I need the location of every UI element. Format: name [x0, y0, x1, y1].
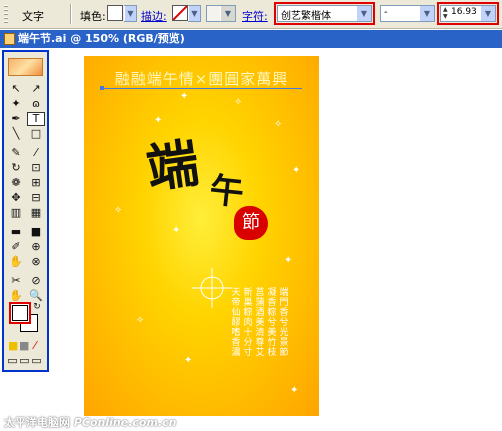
pen-tool-icon[interactable]: ✒: [7, 112, 25, 126]
sparkle-icon: ✦: [184, 355, 193, 366]
mode-label: 文字: [22, 10, 44, 23]
slice-tool-icon[interactable]: ✋: [7, 255, 25, 269]
eyedropper-tool-icon[interactable]: ▬: [7, 225, 25, 239]
poem-column[interactable]: 新巢粽肉十分寸: [242, 288, 254, 358]
hand-tool-icon[interactable]: ✋: [7, 289, 25, 303]
watermark-cn: 太平洋电脑网: [4, 416, 70, 429]
live-paint-selection-tool-icon[interactable]: ⊕: [27, 240, 45, 254]
screen-mode-full-icon[interactable]: ▭: [31, 354, 42, 368]
warp-tool-icon[interactable]: ❁: [7, 176, 25, 190]
sparkle-icon: ✦: [290, 385, 299, 396]
paintbrush-tool-icon[interactable]: ✎: [7, 146, 25, 160]
knife-tool-icon[interactable]: ⊘: [27, 274, 45, 288]
swap-colors-icon[interactable]: ↻: [32, 300, 42, 314]
free-transform-tool-icon[interactable]: ⊞: [27, 176, 45, 190]
rotate-tool-icon[interactable]: ↻: [7, 161, 25, 175]
character-label-link[interactable]: 字符:: [242, 8, 268, 24]
rectangle-tool-icon[interactable]: □: [27, 127, 45, 141]
mesh-tool-icon[interactable]: ▥: [7, 206, 25, 220]
sparkle-icon: ✦: [172, 225, 181, 236]
symbol-sprayer-tool-icon[interactable]: ✥: [7, 191, 25, 205]
sparkle-icon: ✧: [136, 315, 145, 326]
poem-column[interactable]: 凝香粽兮美竹枝: [266, 288, 278, 358]
fill-label: 填色:: [80, 10, 106, 23]
stroke-swatch[interactable]: [172, 5, 188, 21]
size-stepper-icon[interactable]: ▲ ▼: [443, 6, 448, 20]
sparkle-icon: ✦: [284, 255, 293, 266]
sparkle-icon: ✦: [292, 165, 301, 176]
direct-selection-tool-icon[interactable]: ↗: [27, 82, 45, 96]
sparkle-icon: ✧: [114, 205, 123, 216]
eraser-tool-icon[interactable]: ⊗: [27, 255, 45, 269]
sparkle-circle-icon: [192, 268, 232, 308]
text-anchor-point[interactable]: [100, 86, 104, 90]
illustrator-logo: [8, 58, 43, 76]
stroke-label-link[interactable]: 描边:: [141, 8, 167, 24]
selection-tool-icon[interactable]: ↖: [7, 82, 25, 96]
magic-wand-tool-icon[interactable]: ✦: [7, 97, 25, 111]
poem-column[interactable]: 端門香兮光景節: [278, 288, 290, 358]
screen-mode-normal-icon[interactable]: ▭: [7, 354, 18, 368]
sparkle-icon: ✦: [154, 115, 163, 126]
document-title: 端午节.ai @ 150% (RGB/预览): [18, 32, 185, 45]
separator: [70, 4, 72, 24]
pencil-tool-icon[interactable]: ⁄: [27, 146, 45, 160]
sparkle-icon: ✧: [234, 97, 243, 108]
gradient-tool-icon[interactable]: ▦: [27, 206, 45, 220]
document-icon: [4, 33, 15, 45]
type-tool-icon[interactable]: T: [27, 112, 45, 126]
no-stroke-icon: [173, 6, 187, 20]
site-watermark: 太平洋电脑网 PConline.com.cn: [4, 414, 176, 430]
font-size-field[interactable]: ▲ ▼ 16.93 pt ▼: [440, 5, 496, 22]
text-selection-baseline: [102, 88, 302, 89]
color-mode-icon[interactable]: ■: [8, 339, 18, 353]
lasso-tool-icon[interactable]: ɷ: [27, 97, 45, 111]
fill-color-box[interactable]: [12, 305, 28, 321]
poem-column[interactable]: 莒蒲酒美清尊艾: [254, 288, 266, 358]
sparkle-icon: ✦: [180, 91, 189, 102]
tools-panel: ↖ ↗ ✦ ɷ ✒ T ╲ □ ✎ ⁄ ↻ ⊡ ❁ ⊞ ✥ ⊟ ▥ ▦ ▬ ■ ✐ ⊕ ✋ ⊗ ✂ ⊘ ✋ 🔍 ↻ ■ ■ ⁄ ▭ ▭…: [2, 50, 49, 372]
control-bar: 文字 填色: ▼ 描边: ▼ ▼ 字符: 创艺繁楷体 ▼ - ▼ ▲ ▼ 16.9…: [0, 0, 502, 29]
toolbar-grip[interactable]: [4, 5, 8, 23]
fill-dropdown[interactable]: ▼: [124, 5, 137, 22]
live-paint-tool-icon[interactable]: ✐: [7, 240, 25, 254]
calligraphy-duan[interactable]: 端: [141, 121, 203, 203]
watermark-en: PConline.com.cn: [73, 416, 177, 429]
scissors-tool-icon[interactable]: ✂: [7, 274, 25, 288]
gradient-mode-icon[interactable]: ■: [19, 339, 29, 353]
stroke-dropdown[interactable]: ▼: [188, 5, 201, 22]
scale-tool-icon[interactable]: ⊡: [27, 161, 45, 175]
red-seal-stamp[interactable]: 節: [234, 206, 268, 240]
none-mode-icon[interactable]: ⁄: [30, 339, 40, 353]
screen-mode-full-menu-icon[interactable]: ▭: [19, 354, 30, 368]
blend-tool-icon[interactable]: ■: [27, 225, 45, 239]
font-style-select[interactable]: - ▼: [380, 5, 435, 22]
column-graph-tool-icon[interactable]: ⊟: [27, 191, 45, 205]
artboard[interactable]: 融融端午情×團圓家萬興 端 午 節 天帝仙醪嗜香濃 新巢粽肉十分寸 莒蒲酒美清尊…: [84, 56, 319, 416]
sparkle-icon: ✧: [274, 119, 283, 130]
fill-swatch[interactable]: [107, 5, 123, 21]
font-family-select[interactable]: 创艺繁楷体 ▼: [277, 5, 372, 22]
stroke-weight-field[interactable]: ▼: [206, 5, 236, 22]
document-title-bar[interactable]: 端午节.ai @ 150% (RGB/预览): [0, 30, 502, 48]
line-segment-tool-icon[interactable]: ╲: [7, 127, 25, 141]
headline-text[interactable]: 融融端午情×團圓家萬興: [84, 68, 319, 89]
